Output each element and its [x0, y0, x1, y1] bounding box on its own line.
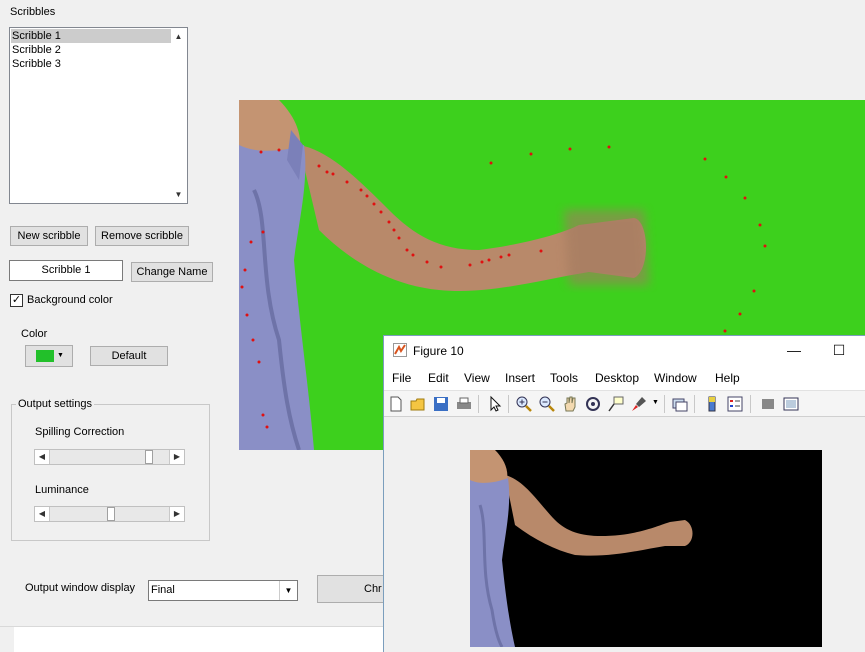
color-label: Color	[21, 328, 48, 340]
output-window-display-select[interactable]: Final ▼	[148, 580, 298, 601]
data-cursor-icon[interactable]	[607, 395, 625, 413]
legend-icon[interactable]	[726, 395, 744, 413]
slider-thumb[interactable]	[107, 507, 115, 521]
menu-window[interactable]: Window	[654, 371, 697, 385]
scroll-down-icon[interactable]: ▼	[171, 187, 186, 202]
menu-insert[interactable]: Insert	[505, 371, 535, 385]
default-button[interactable]: Default	[90, 346, 168, 366]
scribbles-title: Scribbles	[10, 6, 56, 18]
color-picker-button[interactable]: ▼	[25, 345, 73, 367]
figure-title: Figure 10	[413, 344, 464, 358]
slider-left-icon[interactable]: ◀	[35, 450, 50, 464]
figure-toolbar: ▼	[384, 390, 865, 417]
list-item[interactable]: Scribble 3	[11, 57, 172, 71]
colorbar-icon[interactable]	[703, 395, 721, 413]
brush-icon[interactable]	[630, 395, 648, 413]
pointer-icon[interactable]	[486, 395, 504, 413]
hide-plot-tools-icon[interactable]	[759, 395, 777, 413]
maximize-icon[interactable]: ☐	[816, 336, 862, 366]
new-figure-icon[interactable]	[387, 395, 405, 413]
list-item[interactable]: Scribble 1	[11, 29, 172, 43]
minimize-icon[interactable]: —	[771, 336, 817, 366]
remove-scribble-button[interactable]: Remove scribble	[95, 226, 189, 246]
show-plot-tools-icon[interactable]	[782, 395, 800, 413]
menu-file[interactable]: File	[392, 371, 411, 385]
slider-right-icon[interactable]: ▶	[169, 450, 184, 464]
spilling-correction-slider[interactable]: ◀ ▶	[34, 449, 185, 465]
luminance-label: Luminance	[35, 484, 89, 496]
matlab-icon	[393, 343, 407, 357]
toolbar-separator	[508, 395, 509, 413]
select-value: Final	[151, 584, 175, 596]
spilling-correction-label: Spilling Correction	[35, 426, 125, 438]
figure-window[interactable]: Figure 10 — ☐ File Edit View Insert Tool…	[383, 335, 865, 652]
pan-icon[interactable]	[561, 395, 579, 413]
background-color-label: Background color	[27, 294, 113, 306]
figure-title-bar[interactable]: Figure 10 — ☐	[384, 336, 865, 366]
menu-view[interactable]: View	[464, 371, 490, 385]
slider-left-icon[interactable]: ◀	[35, 507, 50, 521]
background-color-checkbox[interactable]: ✓	[10, 294, 23, 307]
chevron-down-icon[interactable]: ▼	[652, 399, 659, 406]
menu-desktop[interactable]: Desktop	[595, 371, 639, 385]
link-plot-icon[interactable]	[671, 395, 689, 413]
menu-edit[interactable]: Edit	[428, 371, 449, 385]
chevron-down-icon: ▼	[57, 352, 64, 359]
list-item[interactable]: Scribble 2	[11, 43, 172, 57]
chevron-down-icon[interactable]: ▼	[279, 581, 297, 600]
fist-blur	[564, 210, 649, 285]
print-icon[interactable]	[455, 395, 473, 413]
slider-thumb[interactable]	[145, 450, 153, 464]
color-swatch	[36, 350, 54, 362]
save-icon[interactable]	[432, 395, 450, 413]
scroll-up-icon[interactable]: ▲	[171, 29, 186, 44]
menu-help[interactable]: Help	[715, 371, 740, 385]
toolbar-separator	[750, 395, 751, 413]
status-area	[14, 627, 386, 652]
scribbles-listbox[interactable]: Scribble 1 Scribble 2 Scribble 3 ▲ ▼	[9, 27, 188, 204]
toolbar-separator	[694, 395, 695, 413]
toolbar-separator	[664, 395, 665, 413]
menu-tools[interactable]: Tools	[550, 371, 578, 385]
output-image-axes[interactable]	[470, 450, 822, 647]
change-name-button[interactable]: Change Name	[131, 262, 213, 282]
listbox-scrollbar[interactable]: ▲ ▼	[171, 29, 186, 202]
output-window-display-label: Output window display	[25, 582, 136, 594]
zoom-in-icon[interactable]	[515, 395, 533, 413]
output-settings-title: Output settings	[16, 398, 94, 410]
scribble-name-field[interactable]: Scribble 1	[9, 260, 123, 281]
toolbar-separator	[478, 395, 479, 413]
rotate-3d-icon[interactable]	[584, 395, 602, 413]
open-file-icon[interactable]	[409, 395, 427, 413]
zoom-out-icon[interactable]	[538, 395, 556, 413]
figure-menubar: File Edit View Insert Tools Desktop Wind…	[384, 366, 865, 390]
luminance-slider[interactable]: ◀ ▶	[34, 506, 185, 522]
new-scribble-button[interactable]: New scribble	[10, 226, 88, 246]
slider-right-icon[interactable]: ▶	[169, 507, 184, 521]
